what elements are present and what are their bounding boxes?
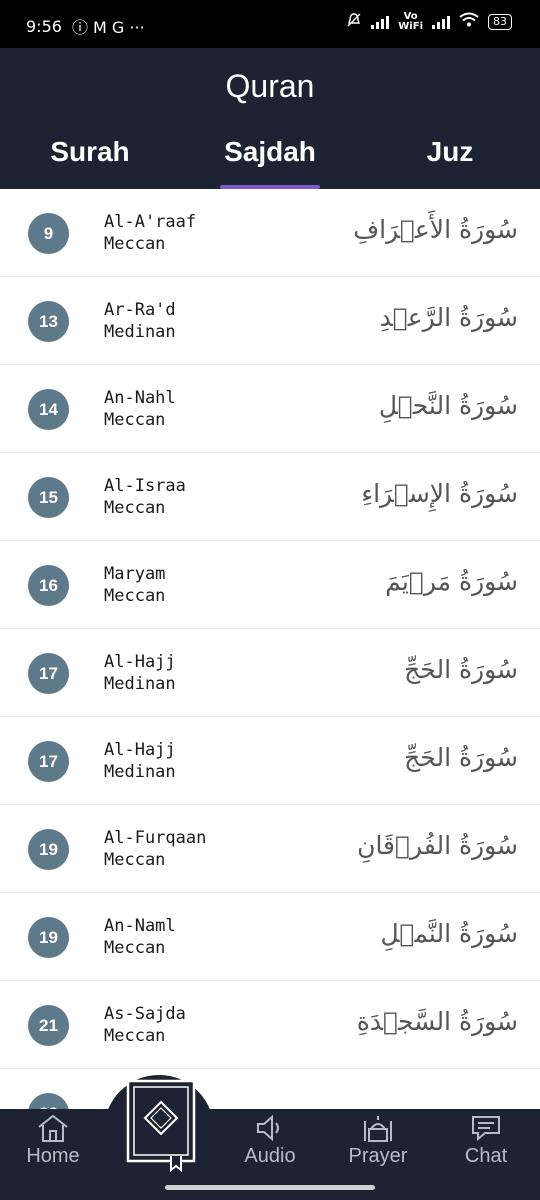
wifi-icon bbox=[459, 12, 479, 32]
tab-sajdah[interactable]: Sajdah bbox=[180, 136, 360, 189]
list-item[interactable]: 13 Ar-Ra'd Medinan سُورَةُ الرَّعۡدِ bbox=[0, 277, 540, 365]
status-bar: 9:56 ⓘ M G ··· Vo WiFi 83 bbox=[0, 0, 540, 48]
battery-icon: 83 bbox=[488, 14, 512, 30]
surah-name: An-Nahl bbox=[104, 388, 176, 408]
surah-name: An-Naml bbox=[104, 916, 176, 936]
surah-names: As-Sajda Meccan bbox=[104, 1003, 186, 1047]
mute-icon bbox=[346, 12, 362, 32]
list-item[interactable]: 17 Al-Hajj Medinan سُورَةُ الحَجِّ bbox=[0, 717, 540, 805]
nav-prayer[interactable]: Prayer bbox=[333, 1109, 423, 1168]
surah-number-badge: 9 bbox=[28, 213, 69, 254]
surah-type: Medinan bbox=[104, 674, 176, 694]
surah-arabic-name: سُورَةُ الأَعۡرَافِ bbox=[353, 215, 518, 244]
surah-number-badge: 17 bbox=[28, 653, 69, 694]
surah-number-badge: 15 bbox=[28, 477, 69, 518]
list-item[interactable]: 17 Al-Hajj Medinan سُورَةُ الحَجِّ bbox=[0, 629, 540, 717]
surah-number-badge: 16 bbox=[28, 565, 69, 606]
surah-names: An-Nahl Meccan bbox=[104, 387, 176, 431]
list-item[interactable]: 19 Al-Furqaan Meccan سُورَةُ الفُرۡقَانِ bbox=[0, 805, 540, 893]
tab-surah[interactable]: Surah bbox=[0, 136, 180, 189]
list-item[interactable]: 21 As-Sajda Meccan سُورَةُ السَّجۡدَةِ bbox=[0, 981, 540, 1069]
surah-type: Meccan bbox=[104, 498, 166, 518]
surah-names: Al-Israa Meccan bbox=[104, 475, 186, 519]
surah-names: Al-A'raaf Meccan bbox=[104, 211, 196, 255]
surah-arabic-name: سُورَةُ الحَجِّ bbox=[404, 743, 518, 772]
surah-names: An-Naml Meccan bbox=[104, 915, 176, 959]
list-item[interactable]: 16 Maryam Meccan سُورَةُ مَرۡيَمَ bbox=[0, 541, 540, 629]
surah-names: Maryam Meccan bbox=[104, 563, 165, 607]
surah-type: Meccan bbox=[104, 938, 166, 958]
home-indicator[interactable] bbox=[165, 1185, 375, 1190]
surah-number-badge: 21 bbox=[28, 1005, 69, 1046]
surah-type: Medinan bbox=[104, 322, 176, 342]
surah-name: Maryam bbox=[104, 564, 166, 584]
app-header: Quran Surah Sajdah Juz bbox=[0, 48, 540, 189]
surah-name: Al-Hajj bbox=[104, 652, 176, 672]
signal-icon-2 bbox=[432, 15, 450, 29]
list-item[interactable]: 15 Al-Israa Meccan سُورَةُ الإِسۡرَاءِ bbox=[0, 453, 540, 541]
surah-number-badge: 13 bbox=[28, 301, 69, 342]
mosque-icon bbox=[364, 1116, 392, 1142]
surah-arabic-name: سُورَةُ مَرۡيَمَ bbox=[385, 567, 518, 596]
nav-chat[interactable]: Chat bbox=[441, 1109, 531, 1168]
surah-arabic-name: سُورَةُ الرَّعۡدِ bbox=[379, 303, 518, 332]
surah-arabic-name: سُورَةُ الإِسۡرَاءِ bbox=[361, 479, 518, 508]
surah-arabic-name: سُورَةُ النَّمۡلِ bbox=[380, 919, 518, 948]
surah-name: Ar-Ra'd bbox=[104, 300, 176, 320]
nav-prayer-label: Prayer bbox=[348, 1145, 408, 1167]
home-icon bbox=[38, 1114, 68, 1142]
surah-type: Meccan bbox=[104, 234, 166, 254]
surah-type: Meccan bbox=[104, 410, 166, 430]
status-left: 9:56 ⓘ M G ··· bbox=[26, 14, 145, 38]
quran-book-icon[interactable] bbox=[125, 1078, 197, 1173]
surah-name: Al-Hajj bbox=[104, 740, 176, 760]
surah-names: Al-Hajj Medinan bbox=[104, 651, 176, 695]
nav-home[interactable]: Home bbox=[8, 1109, 98, 1168]
tab-juz[interactable]: Juz bbox=[360, 136, 540, 189]
surah-type: Meccan bbox=[104, 586, 166, 606]
surah-name: Al-A'raaf bbox=[104, 212, 197, 232]
chat-icon bbox=[472, 1116, 500, 1142]
surah-number-badge: 19 bbox=[28, 829, 69, 870]
notification-icons: ⓘ M G ··· bbox=[71, 18, 145, 37]
surah-names: Ar-Ra'd Medinan bbox=[104, 299, 176, 343]
list-item[interactable]: 22 bbox=[0, 1069, 540, 1109]
surah-names: Al-Furqaan Meccan bbox=[104, 827, 206, 871]
page-title: Quran bbox=[225, 68, 315, 104]
surah-arabic-name: سُورَةُ السَّجۡدَةِ bbox=[356, 1007, 518, 1036]
surah-arabic-name: سُورَةُ النَّحۡلِ bbox=[378, 391, 518, 420]
nav-home-label: Home bbox=[26, 1145, 80, 1167]
status-time: 9:56 bbox=[26, 16, 62, 36]
surah-arabic-name: سُورَةُ الفُرۡقَانِ bbox=[357, 831, 518, 860]
sajdah-list: 9 Al-A'raaf Meccan سُورَةُ الأَعۡرَافِ 1… bbox=[0, 189, 540, 1109]
surah-type: Meccan bbox=[104, 850, 166, 870]
surah-name: Al-Furqaan bbox=[104, 828, 207, 848]
list-item[interactable]: 14 An-Nahl Meccan سُورَةُ النَّحۡلِ bbox=[0, 365, 540, 453]
surah-name: As-Sajda bbox=[104, 1004, 186, 1024]
surah-names: Al-Hajj Medinan bbox=[104, 739, 176, 783]
surah-type: Medinan bbox=[104, 762, 176, 782]
surah-arabic-name: سُورَةُ الحَجِّ bbox=[404, 655, 518, 684]
tab-bar: Surah Sajdah Juz bbox=[0, 136, 540, 189]
nav-audio-label: Audio bbox=[244, 1145, 296, 1167]
surah-number-badge: 14 bbox=[28, 389, 69, 430]
surah-number-badge: 22 bbox=[28, 1093, 69, 1109]
list-item[interactable]: 9 Al-A'raaf Meccan سُورَةُ الأَعۡرَافِ bbox=[0, 189, 540, 277]
speaker-icon bbox=[257, 1114, 279, 1142]
status-right: Vo WiFi 83 bbox=[346, 12, 512, 32]
list-item[interactable]: 19 An-Naml Meccan سُورَةُ النَّمۡلِ bbox=[0, 893, 540, 981]
vowifi-label: Vo WiFi bbox=[398, 11, 423, 32]
nav-chat-label: Chat bbox=[464, 1145, 508, 1167]
signal-icon bbox=[371, 15, 390, 29]
surah-name: Al-Israa bbox=[104, 476, 186, 496]
surah-number-badge: 19 bbox=[28, 917, 69, 958]
nav-audio[interactable]: Audio bbox=[225, 1109, 315, 1168]
surah-type: Meccan bbox=[104, 1026, 166, 1046]
surah-number-badge: 17 bbox=[28, 741, 69, 782]
